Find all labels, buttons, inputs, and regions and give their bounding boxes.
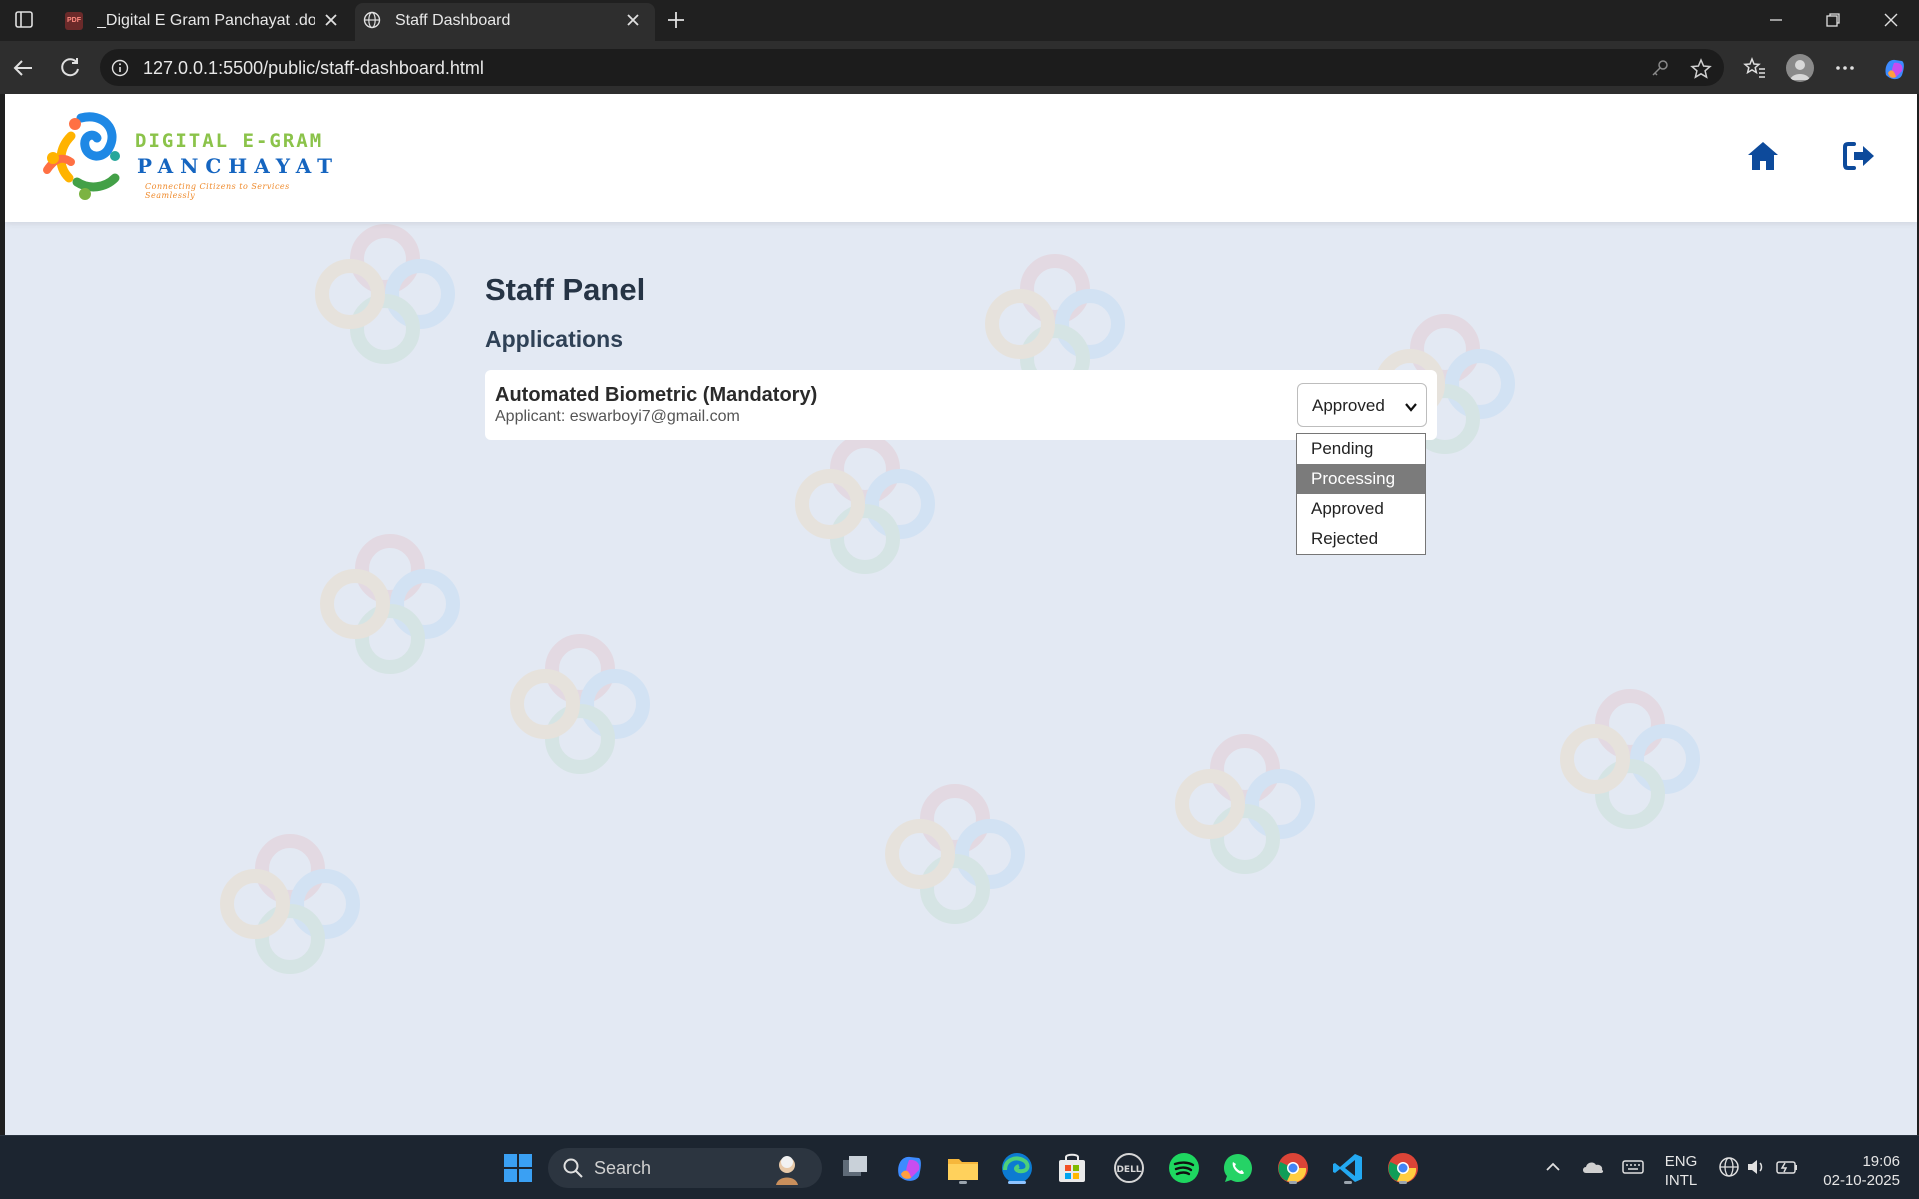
status-option-processing[interactable]: Processing: [1297, 464, 1425, 494]
clock[interactable]: 19:06 02-10-2025: [1808, 1152, 1908, 1190]
window-close-icon[interactable]: [1879, 8, 1903, 32]
more-options-icon[interactable]: [1832, 55, 1858, 81]
minimize-icon[interactable]: [1764, 8, 1788, 32]
status-select[interactable]: Approved: [1297, 383, 1427, 427]
address-bar[interactable]: 127.0.0.1:5500/public/staff-dashboard.ht…: [100, 49, 1724, 86]
status-option-pending[interactable]: Pending: [1297, 434, 1425, 464]
running-indicator: [1344, 1181, 1352, 1184]
language-line2: INTL: [1664, 1172, 1698, 1189]
taskbar: Search DELL ENG INTL 19:06 02-10-2025: [0, 1135, 1919, 1199]
favorites-icon[interactable]: [1742, 55, 1768, 81]
watermark-logo: [320, 534, 460, 674]
windows-start-icon[interactable]: [500, 1150, 536, 1186]
logo-text-line2: PANCHAYAT: [137, 154, 340, 178]
spotify-icon[interactable]: [1166, 1150, 1202, 1186]
status-option-rejected[interactable]: Rejected: [1297, 524, 1425, 554]
profile-avatar[interactable]: [1786, 54, 1814, 82]
logout-icon[interactable]: [1842, 139, 1876, 173]
pdf-icon: PDF: [65, 12, 83, 30]
watermark-logo: [315, 224, 455, 364]
browser-tab-document[interactable]: PDF _Digital E Gram Panchayat .docx.p: [57, 0, 353, 41]
volume-icon[interactable]: [1744, 1154, 1770, 1180]
site-header: DIGITAL E-GRAM PANCHAYAT Connecting Citi…: [5, 94, 1917, 222]
new-tab-icon[interactable]: [664, 8, 688, 32]
reload-icon[interactable]: [57, 55, 83, 81]
favorite-star-icon[interactable]: [1690, 58, 1712, 79]
edge-browser-icon[interactable]: [999, 1150, 1035, 1186]
application-card: Automated Biometric (Mandatory) Applican…: [485, 370, 1437, 440]
watermark-logo: [1175, 734, 1315, 874]
whatsapp-icon[interactable]: [1220, 1150, 1256, 1186]
watermark-logo: [1560, 689, 1700, 829]
search-icon: [563, 1158, 583, 1178]
password-key-icon[interactable]: [1650, 58, 1670, 78]
close-icon[interactable]: [323, 12, 339, 28]
chrome-profile-icon[interactable]: [1385, 1150, 1421, 1186]
tab-title: Staff Dashboard: [395, 12, 511, 29]
globe-icon: [363, 11, 381, 29]
watermark-logo: [510, 634, 650, 774]
copilot-app-icon[interactable]: [891, 1150, 927, 1186]
copilot-icon[interactable]: [1880, 55, 1906, 81]
dell-icon[interactable]: DELL: [1111, 1150, 1147, 1186]
watermark-logo: [795, 434, 935, 574]
file-explorer-icon[interactable]: [945, 1150, 981, 1186]
vscode-icon[interactable]: [1330, 1150, 1366, 1186]
language-line1: ENG: [1664, 1153, 1698, 1170]
logo-emblem-icon: [43, 112, 120, 200]
search-label: Search: [594, 1158, 652, 1178]
status-option-approved[interactable]: Approved: [1297, 494, 1425, 524]
application-title: Automated Biometric (Mandatory): [495, 384, 818, 406]
taskbar-search[interactable]: Search: [548, 1148, 822, 1188]
logo-tagline: Connecting Citizens to Services Seamless…: [145, 182, 290, 200]
chrome-icon[interactable]: [1275, 1150, 1311, 1186]
microsoft-store-icon[interactable]: [1054, 1150, 1090, 1186]
page-title: Staff Panel: [485, 272, 646, 307]
staff-panel: Staff Panel Applications Automated Biome…: [485, 272, 1437, 440]
applications-heading: Applications: [485, 326, 624, 352]
browser-toolbar: 127.0.0.1:5500/public/staff-dashboard.ht…: [0, 41, 1919, 94]
status-dropdown-list: Pending Processing Approved Rejected: [1296, 433, 1426, 555]
clock-date: 02-10-2025: [1823, 1172, 1900, 1189]
running-indicator: [959, 1181, 967, 1184]
application-applicant: Applicant: eswarboyi7@gmail.com: [495, 408, 740, 425]
svg-text:DELL: DELL: [1116, 1165, 1141, 1175]
watermark-logo: [885, 784, 1025, 924]
close-icon[interactable]: [625, 12, 641, 28]
tab-actions-icon[interactable]: [10, 8, 38, 32]
running-indicator: [1289, 1181, 1297, 1184]
status-select-value: Approved: [1312, 396, 1385, 415]
site-logo[interactable]: DIGITAL E-GRAM PANCHAYAT Connecting Citi…: [33, 108, 333, 208]
clock-time: 19:06: [1862, 1153, 1900, 1170]
site-info-icon[interactable]: [111, 59, 129, 82]
onedrive-icon[interactable]: [1580, 1154, 1606, 1180]
task-view-icon[interactable]: [837, 1150, 873, 1186]
url-text[interactable]: 127.0.0.1:5500/public/staff-dashboard.ht…: [143, 58, 484, 79]
logo-text-line1: DIGITAL E-GRAM: [135, 130, 324, 152]
page-viewport: DIGITAL E-GRAM PANCHAYAT Connecting Citi…: [5, 94, 1917, 1135]
browser-tab-staff-dashboard[interactable]: Staff Dashboard: [355, 3, 655, 41]
browser-tab-strip: PDF _Digital E Gram Panchayat .docx.p St…: [0, 0, 1919, 41]
watermark-logo: [220, 834, 360, 974]
network-icon[interactable]: [1716, 1154, 1742, 1180]
keyboard-icon[interactable]: [1620, 1154, 1646, 1180]
home-icon[interactable]: [1746, 139, 1780, 173]
chevron-down-icon: [1404, 399, 1418, 419]
chevron-up-icon[interactable]: [1542, 1156, 1564, 1178]
restore-icon[interactable]: [1821, 8, 1845, 32]
running-indicator: [1399, 1181, 1407, 1184]
search-highlight-icon: [776, 1156, 798, 1185]
tab-title: _Digital E Gram Panchayat .docx.p: [97, 12, 315, 29]
battery-icon[interactable]: [1774, 1154, 1800, 1180]
language-indicator[interactable]: ENG INTL: [1660, 1152, 1702, 1190]
active-indicator: [1008, 1181, 1026, 1184]
back-icon[interactable]: [11, 55, 37, 81]
